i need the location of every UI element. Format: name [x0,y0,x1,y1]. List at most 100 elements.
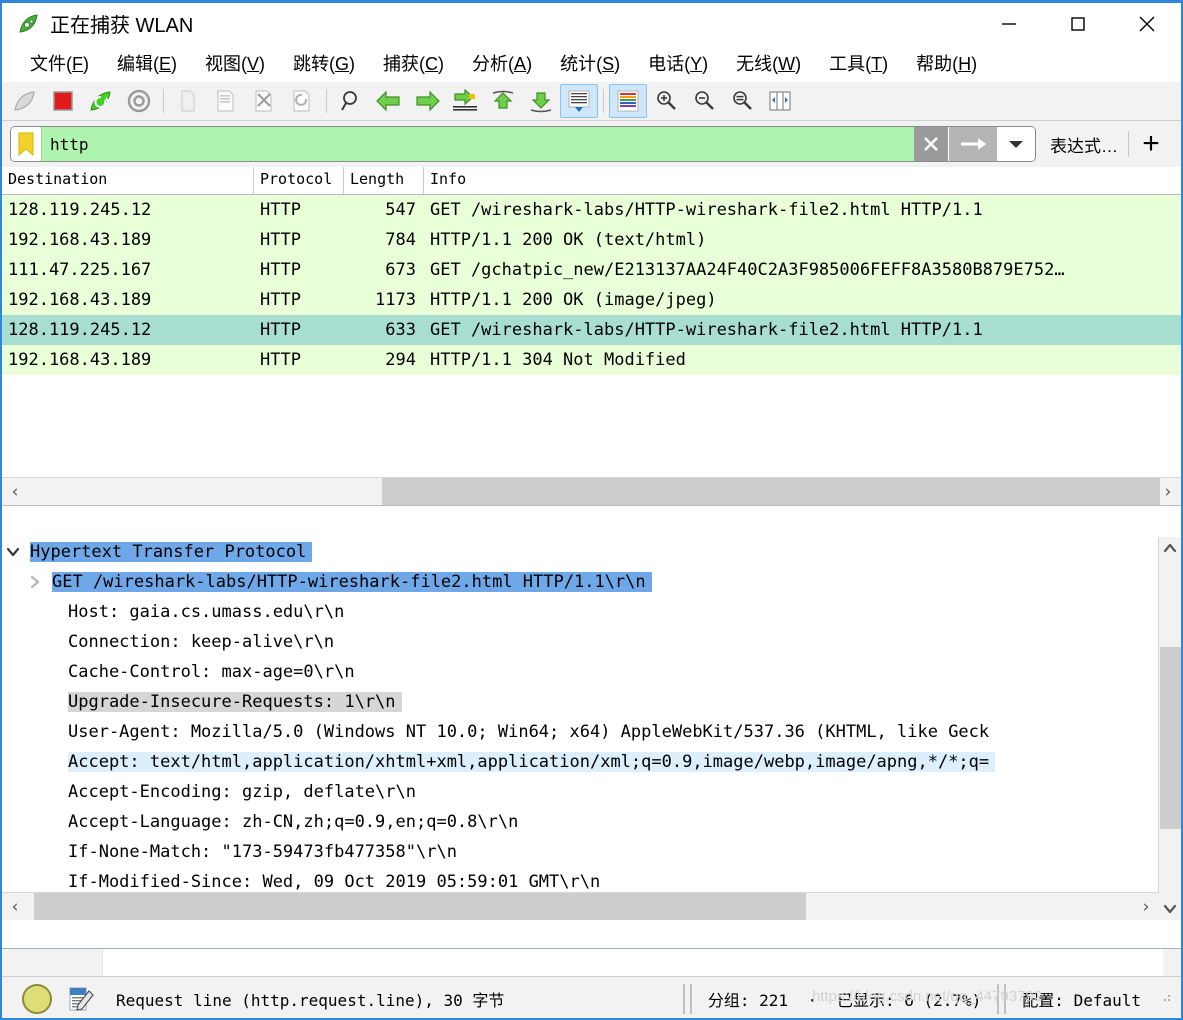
packet-detail-tree[interactable]: Hypertext Transfer Protocol GET /wiresha… [2,537,1159,920]
restart-capture-icon[interactable] [82,84,120,118]
table-row[interactable]: 192.168.43.189 HTTP 294 HTTP/1.1 304 Not… [2,345,1181,375]
cell-destination: 111.47.225.167 [8,260,152,280]
minimize-button[interactable] [974,2,1043,46]
menu-item-analyze[interactable]: 分析(A) [458,48,546,78]
title-bar: 正在捕获 WLAN [2,3,1181,44]
menu-label-analyze: 分析 [472,54,509,74]
go-to-first-packet-icon[interactable] [484,84,522,118]
status-profile: 配置: Default [1022,990,1141,1010]
colorize-packets-icon[interactable] [609,84,647,118]
menu-mnemonic-file: F [72,54,83,74]
menu-item-help[interactable]: 帮助(H) [902,48,991,78]
column-header-destination[interactable]: Destination [2,167,254,194]
capture-comment-icon[interactable] [68,985,94,1013]
detail-row[interactable]: Accept-Encoding: gzip, deflate\r\n [2,777,1159,807]
hscroll-track[interactable] [28,893,1133,920]
close-button[interactable] [1112,2,1181,46]
zoom-out-icon[interactable] [685,84,723,118]
detail-row[interactable]: Hypertext Transfer Protocol [2,537,1159,567]
go-back-icon[interactable] [370,84,408,118]
column-header-protocol[interactable]: Protocol [254,167,344,194]
find-packet-icon[interactable] [332,84,370,118]
packet-detail-hscrollbar[interactable]: ‹ › [2,892,1159,920]
scroll-left-icon[interactable]: ‹ [2,478,28,505]
resize-columns-icon[interactable] [761,84,799,118]
go-to-last-packet-icon[interactable] [522,84,560,118]
chevron-right-icon[interactable] [24,575,46,589]
save-file-icon[interactable] [207,84,245,118]
auto-scroll-icon[interactable] [560,84,598,118]
menu-item-view[interactable]: 视图(V) [191,48,279,78]
packet-bytes-pane[interactable] [2,948,1181,978]
close-file-icon[interactable] [245,84,283,118]
add-filter-button[interactable]: + [1129,129,1173,159]
menu-item-go[interactable]: 跳转(G) [279,48,369,78]
cell-destination: 128.119.245.12 [8,320,152,340]
capture-options-icon[interactable] [120,84,158,118]
apply-filter-icon[interactable] [948,127,997,161]
menu-item-telephony[interactable]: 电话(Y) [634,48,722,78]
hscroll-thumb[interactable] [382,478,1160,505]
display-filter-box[interactable] [10,126,1036,162]
chevron-down-icon[interactable] [2,545,24,559]
bytes-hex-area[interactable] [103,949,1163,977]
table-row[interactable]: 192.168.43.189 HTTP 1173 HTTP/1.1 200 OK… [2,285,1181,315]
table-row[interactable]: 192.168.43.189 HTTP 784 HTTP/1.1 200 OK … [2,225,1181,255]
display-filter-bar: 表达式… + [2,121,1181,167]
table-row[interactable]: 111.47.225.167 HTTP 673 GET /gchatpic_ne… [2,255,1181,285]
menu-item-capture[interactable]: 捕获(C) [369,48,458,78]
detail-row[interactable]: GET /wireshark-labs/HTTP-wireshark-file2… [2,567,1159,597]
menu-item-wireless[interactable]: 无线(W) [722,48,815,78]
column-header-info[interactable]: Info [424,167,1181,194]
hscroll-track[interactable] [28,478,1160,505]
detail-row[interactable]: Accept-Language: zh-CN,zh;q=0.9,en;q=0.8… [2,807,1159,837]
normal-size-icon[interactable] [723,84,761,118]
packet-detail-pane[interactable]: Hypertext Transfer Protocol GET /wiresha… [2,537,1181,920]
detail-row[interactable]: User-Agent: Mozilla/5.0 (Windows NT 10.0… [2,717,1159,747]
scroll-right-icon[interactable]: › [1133,893,1159,920]
column-header-length[interactable]: Length [344,167,424,194]
detail-row[interactable]: Connection: keep-alive\r\n [2,627,1159,657]
detail-row[interactable]: Upgrade-Insecure-Requests: 1\r\n [2,687,1159,717]
vscroll-thumb[interactable] [1160,647,1181,829]
resize-grip-icon[interactable] [1157,988,1175,1009]
chevron-down-icon[interactable] [997,127,1035,161]
table-row[interactable]: 128.119.245.12 HTTP 633 GET /wireshark-l… [2,315,1181,345]
detail-row[interactable]: If-None-Match: "173-59473fb477358"\r\n [2,837,1159,867]
menu-item-tools[interactable]: 工具(T) [815,48,902,78]
cell-info: HTTP/1.1 304 Not Modified [430,350,686,370]
menu-item-edit[interactable]: 编辑(E) [103,48,191,78]
detail-row-label: Upgrade-Insecure-Requests: 1\r\n [68,692,402,712]
filter-expression-button[interactable]: 表达式… [1050,132,1118,157]
menu-item-file[interactable]: 文件(F) [16,48,103,78]
scroll-up-icon[interactable] [1159,537,1181,559]
go-to-packet-icon[interactable] [446,84,484,118]
menu-item-statistics[interactable]: 统计(S) [546,48,634,78]
packet-list-pane[interactable]: Destination Protocol Length Info 128.119… [2,167,1181,506]
packet-detail-vscrollbar[interactable] [1158,537,1181,920]
menu-label-help: 帮助 [916,54,953,74]
scroll-left-icon[interactable]: ‹ [2,893,28,920]
bookmark-icon[interactable] [11,127,42,161]
detail-row-label: Hypertext Transfer Protocol [30,542,313,562]
bytes-vscrollbar[interactable] [1163,949,1181,977]
detail-row[interactable]: Cache-Control: max-age=0\r\n [2,657,1159,687]
packet-list-hscrollbar[interactable]: ‹ › [2,477,1181,505]
maximize-button[interactable] [1043,2,1112,46]
detail-row[interactable]: Host: gaia.cs.umass.edu\r\n [2,597,1159,627]
scroll-down-icon[interactable] [1159,898,1181,920]
start-capture-icon[interactable] [6,84,44,118]
expert-info-bulb-icon[interactable] [22,983,52,1014]
status-bar: Request line (http.request.line), 30 字节 … [2,976,1181,1018]
cell-destination: 128.119.245.12 [8,200,152,220]
go-forward-icon[interactable] [408,84,446,118]
zoom-in-icon[interactable] [647,84,685,118]
display-filter-input[interactable] [42,127,914,161]
open-file-icon[interactable] [169,84,207,118]
table-row[interactable]: 128.119.245.12 HTTP 547 GET /wireshark-l… [2,195,1181,225]
stop-capture-icon[interactable] [44,84,82,118]
hscroll-thumb[interactable] [34,893,806,920]
clear-filter-icon[interactable] [914,127,948,161]
detail-row[interactable]: Accept: text/html,application/xhtml+xml,… [2,747,1159,777]
reload-file-icon[interactable] [283,84,321,118]
